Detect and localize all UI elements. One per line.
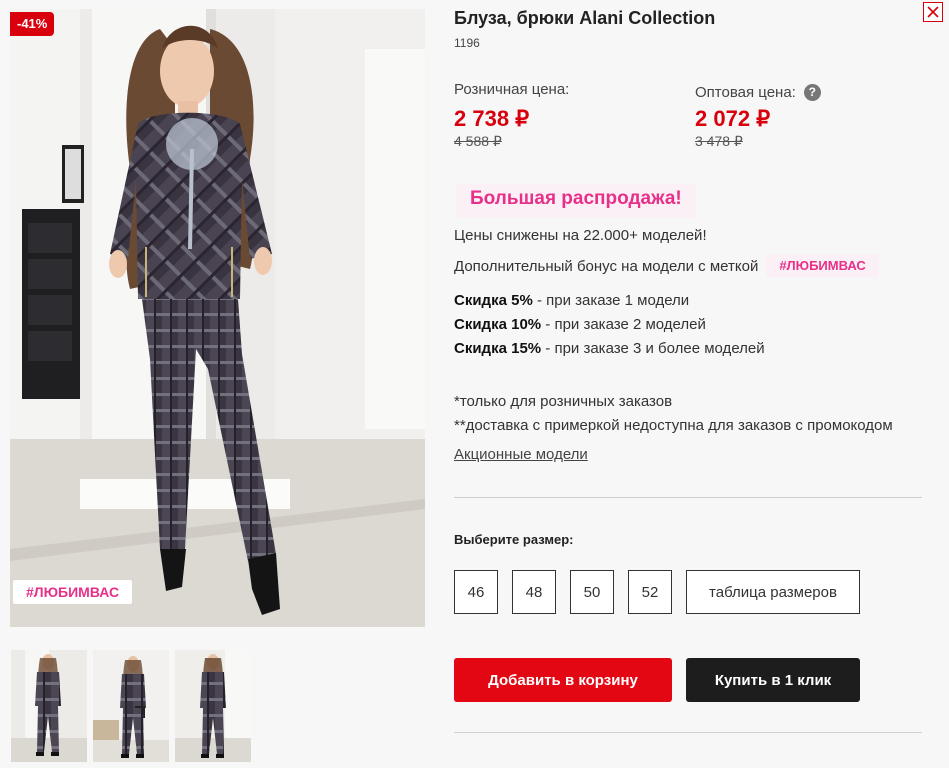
sale-title: Большая распродажа!	[456, 184, 696, 218]
discount-bold: Скидка 5%	[454, 292, 533, 309]
bonus-line: Дополнительный бонус на модели с меткой #…	[454, 254, 879, 277]
wholesale-price-current: 2 072 ₽	[695, 106, 771, 131]
thumbnail-1[interactable]	[11, 650, 87, 762]
discount-rest: - при заказе 2 моделей	[541, 316, 706, 333]
question-circle-icon[interactable]: ?	[803, 84, 821, 101]
discount-rest: - при заказе 3 и более моделей	[541, 340, 765, 357]
thumbnail-3[interactable]	[175, 650, 251, 762]
discount-line: Скидка 15% - при заказе 3 и более моделе…	[454, 340, 765, 357]
wholesale-price-block: Оптовая цена:? 2 072 ₽ 3 478 ₽	[695, 84, 821, 150]
discount-bold: Скидка 10%	[454, 316, 542, 333]
product-title: Блуза, брюки Alani Collection	[454, 8, 716, 28]
bonus-text: Дополнительный бонус на модели с меткой	[454, 258, 759, 275]
note-retail-only: *только для розничных заказов	[454, 393, 673, 410]
discount-line: Скидка 5% - при заказе 1 модели	[454, 292, 689, 309]
buy-one-click-button[interactable]: Купить в 1 клик	[686, 658, 860, 702]
bonus-tag: #ЛЮБИМВАС	[766, 254, 879, 277]
size-label: Выберите размер:	[454, 532, 574, 547]
thumbnail-photo	[93, 650, 169, 762]
product-photo	[10, 9, 425, 627]
retail-price-old: 4 588 ₽	[454, 133, 502, 149]
discount-rest: - при заказе 1 модели	[532, 292, 690, 309]
discount-line: Скидка 10% - при заказе 2 моделей	[454, 316, 706, 333]
divider	[454, 497, 922, 498]
size-option[interactable]: 46	[454, 570, 498, 614]
add-to-cart-button[interactable]: Добавить в корзину	[454, 658, 672, 702]
product-sku: 1196	[454, 36, 480, 50]
thumbnail-photo	[11, 650, 87, 762]
close-icon	[927, 6, 939, 18]
wholesale-price-label: Оптовая цена:	[695, 84, 796, 101]
promo-line: Цены снижены на 22.000+ моделей!	[454, 227, 707, 244]
discount-badge: -41%	[10, 12, 55, 36]
retail-price-current: 2 738 ₽	[454, 106, 530, 131]
size-option[interactable]: 50	[570, 570, 614, 614]
size-option[interactable]: 48	[512, 570, 556, 614]
size-selector: 46 48 50 52 таблица размеров	[454, 570, 860, 614]
thumbnail-strip	[11, 650, 251, 762]
divider	[454, 732, 922, 733]
close-button[interactable]	[923, 2, 943, 22]
thumbnail-2[interactable]	[93, 650, 169, 762]
hashtag-badge: #ЛЮБИМВАС	[13, 580, 133, 604]
size-option[interactable]: 52	[628, 570, 672, 614]
wholesale-price-label-row: Оптовая цена:?	[695, 84, 821, 101]
retail-price-block: Розничная цена: 2 738 ₽ 4 588 ₽	[454, 81, 569, 150]
wholesale-price-old: 3 478 ₽	[695, 133, 743, 149]
note-delivery: **доставка с примеркой недоступна для за…	[454, 417, 893, 434]
thumbnail-photo	[175, 650, 251, 762]
promo-models-link[interactable]: Акционные модели	[454, 446, 588, 463]
discount-bold: Скидка 15%	[454, 340, 542, 357]
retail-price-label: Розничная цена:	[454, 81, 570, 98]
main-product-image[interactable]: -41% #ЛЮБИМВАС	[10, 9, 425, 627]
size-table-button[interactable]: таблица размеров	[686, 570, 860, 614]
